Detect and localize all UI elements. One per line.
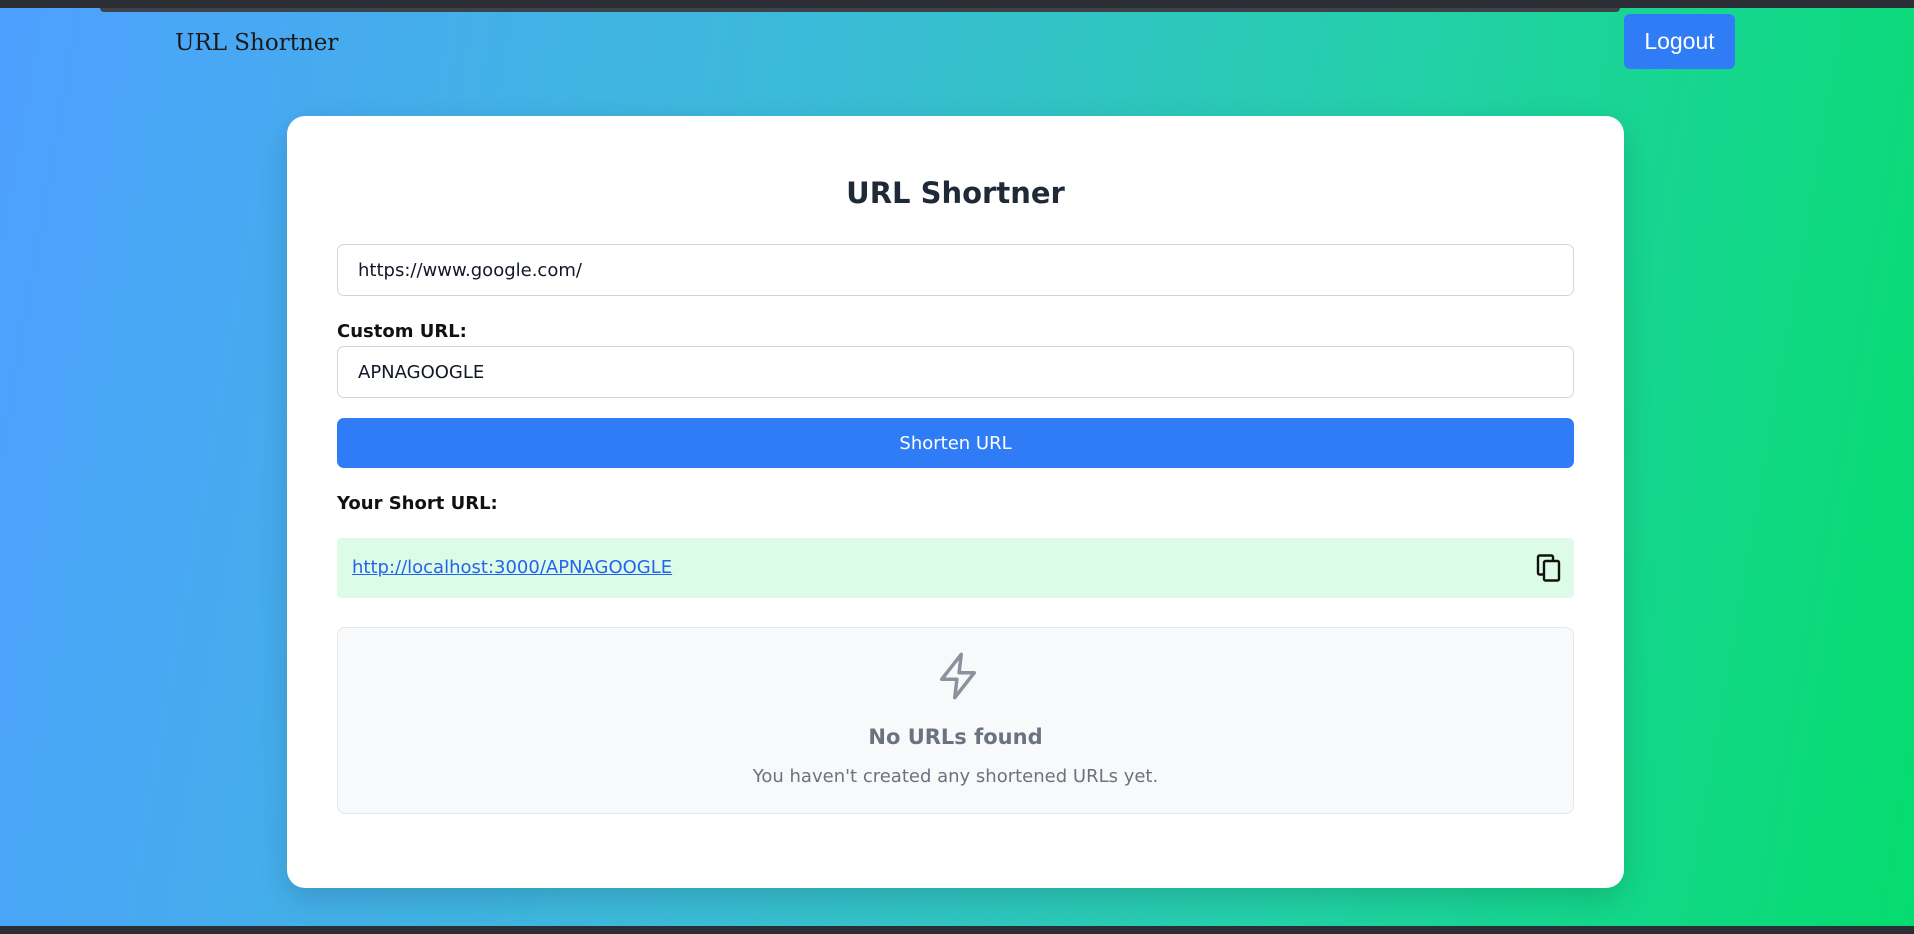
shorten-url-button[interactable]: Shorten URL <box>337 418 1574 468</box>
shortener-card: URL Shortner Custom URL: Shorten URL You… <box>287 116 1624 888</box>
custom-url-input[interactable] <box>337 346 1574 398</box>
brand-logo-text[interactable]: URL Shortner <box>175 30 338 56</box>
custom-url-label: Custom URL: <box>337 321 467 342</box>
card-title: URL Shortner <box>846 176 1065 210</box>
app-window: URL Shortner Logout URL Shortner Custom … <box>0 8 1914 926</box>
copy-icon[interactable] <box>1533 552 1565 584</box>
navbar: URL Shortner Logout <box>0 8 1914 88</box>
long-url-input[interactable] <box>337 244 1574 296</box>
empty-state-title: No URLs found <box>868 725 1043 749</box>
lightning-bolt-icon <box>932 650 984 702</box>
logout-button[interactable]: Logout <box>1624 14 1735 69</box>
empty-state-panel: No URLs found You haven't created any sh… <box>337 627 1574 814</box>
short-url-label: Your Short URL: <box>337 493 498 514</box>
short-url-link[interactable]: http://localhost:3000/APNAGOOGLE <box>352 557 672 578</box>
empty-state-subtitle: You haven't created any shortened URLs y… <box>752 766 1159 787</box>
short-url-result: http://localhost:3000/APNAGOOGLE <box>337 538 1574 598</box>
